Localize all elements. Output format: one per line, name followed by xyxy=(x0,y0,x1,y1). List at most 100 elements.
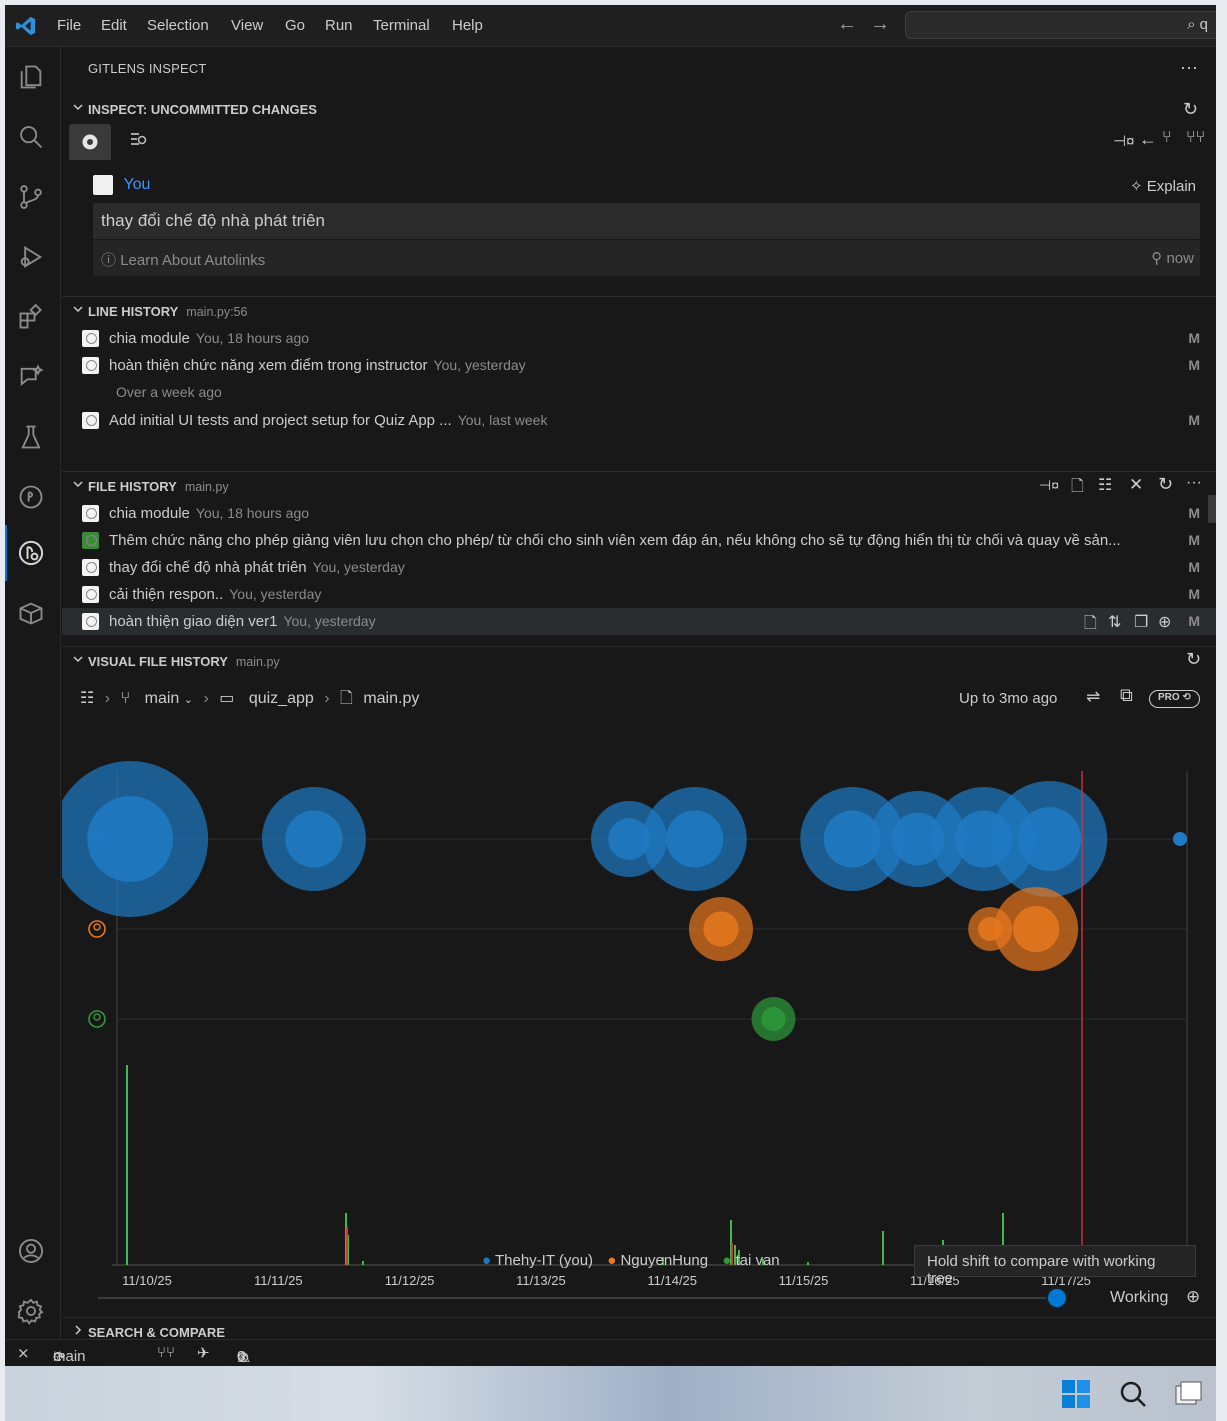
commit-message: Thêm chức năng cho phép giảng viên lưu c… xyxy=(109,532,1121,549)
globe-icon[interactable]: ⊕ xyxy=(1158,612,1171,632)
github-actions-icon[interactable] xyxy=(17,483,49,515)
tab-graph-details[interactable] xyxy=(117,124,159,160)
open-changes-icon[interactable]: 🗋 xyxy=(1084,612,1097,639)
forward-arrow-icon[interactable]: → xyxy=(870,13,890,36)
remote-indicator-icon[interactable]: ⨯ xyxy=(17,1344,30,1362)
refresh-icon[interactable]: ↻ xyxy=(1158,474,1173,495)
testing-icon[interactable] xyxy=(17,423,49,455)
search-icon[interactable] xyxy=(1118,1379,1148,1409)
graph-icon[interactable]: ⑂⑂ xyxy=(157,1344,175,1361)
pin-icon[interactable]: ⊣¤ xyxy=(1039,477,1059,494)
menu-go[interactable]: Go xyxy=(285,17,305,34)
legend-item[interactable]: ● Thehy-IT (you) xyxy=(482,1252,593,1269)
pin-icon[interactable]: ⊣¤ xyxy=(1113,132,1134,150)
sliders-icon[interactable]: ⇌ xyxy=(1086,687,1100,707)
list-item-selected[interactable]: hoàn thiện giao diện ver1 You, yesterday … xyxy=(62,608,1216,635)
repo-icon[interactable]: ☷ xyxy=(80,690,94,707)
commit-message: thay đổi chế độ nhà phát triên xyxy=(109,559,307,576)
commit-bubble-core xyxy=(87,796,174,882)
search-icon[interactable] xyxy=(17,123,49,155)
list-item[interactable]: chia module You, 18 hours ago M xyxy=(62,500,1216,527)
visual-history-header[interactable]: VISUAL FILE HISTORY main.py xyxy=(62,651,1216,673)
x-tick-label: 11/12/25 xyxy=(385,1273,435,1288)
contributors-icon[interactable]: ☷ xyxy=(1098,475,1112,495)
commit-bubble[interactable] xyxy=(1173,832,1187,846)
author-name[interactable]: You xyxy=(123,176,150,193)
more-actions-icon[interactable]: ··· xyxy=(1186,474,1202,492)
file-history-label: FILE HISTORY xyxy=(88,479,177,494)
source-control-icon[interactable] xyxy=(17,183,49,215)
more-actions-icon[interactable]: ··· xyxy=(1180,57,1198,78)
visual-history-chart[interactable]: 11/10/25 11/11/25 11/12/25 11/13/25 11/14/25… xyxy=(62,719,1216,1319)
menu-view[interactable]: View xyxy=(231,17,263,34)
status-badge: M xyxy=(1188,505,1200,521)
scrollbar[interactable] xyxy=(1208,495,1216,523)
branch-icon[interactable]: ⑂ xyxy=(1162,129,1172,147)
list-item[interactable]: Thêm chức năng cho phép giảng viên lưu c… xyxy=(62,527,1216,554)
tab-commit-details[interactable] xyxy=(69,124,111,160)
settings-gear-icon[interactable] xyxy=(17,1297,49,1329)
menu-terminal[interactable]: Terminal xyxy=(373,17,430,34)
legend-item[interactable]: ● tai van xyxy=(722,1252,779,1269)
open-external-icon[interactable]: ⧉ xyxy=(1120,685,1133,706)
menu-help[interactable]: Help xyxy=(452,17,483,34)
additions-bar xyxy=(362,1261,364,1265)
inspect-section-header[interactable]: INSPECT: UNCOMMITTED CHANGES xyxy=(62,99,1216,121)
divider xyxy=(62,471,1216,472)
list-item[interactable]: thay đổi chế độ nhà phát triên You, yeste… xyxy=(62,554,1216,581)
learn-autolinks-link[interactable]: Learn About Autolinks xyxy=(120,252,265,269)
run-debug-icon[interactable] xyxy=(17,243,49,275)
windows-start-icon[interactable] xyxy=(1061,1379,1091,1409)
back-arrow-icon[interactable]: ← xyxy=(1139,129,1157,150)
commit-message: chia module xyxy=(109,505,190,522)
command-center[interactable]: ⌕ q xyxy=(905,11,1216,39)
gitlens-inspect-icon[interactable] xyxy=(17,539,49,571)
refresh-icon[interactable]: ↻ xyxy=(1183,99,1198,120)
explain-button[interactable]: ✧ Explain xyxy=(1130,177,1196,195)
legend-item[interactable]: ● NguyenHung xyxy=(607,1252,708,1269)
branch-selector[interactable]: main ⌄ xyxy=(145,690,193,707)
commit-text: Add initial UI tests and project setup f… xyxy=(109,412,547,429)
list-item[interactable]: chia module You, 18 hours ago M xyxy=(62,325,1216,352)
account-icon[interactable] xyxy=(17,1237,49,1269)
list-item[interactable]: cải thiện respon.. You, yesterday M xyxy=(62,581,1216,608)
pro-label: PRO xyxy=(1158,692,1180,703)
rocket-icon[interactable]: ✈ xyxy=(197,1344,210,1362)
commit-bubble-core xyxy=(1013,905,1060,953)
task-view-icon[interactable] xyxy=(1173,1379,1203,1409)
title-bar: File Edit Selection View Go Run Terminal… xyxy=(5,5,1216,47)
menu-selection[interactable]: Selection xyxy=(147,17,209,34)
line-history-file: main.py:56 xyxy=(186,305,248,319)
timeline-slider-track[interactable] xyxy=(98,1297,1058,1299)
file-icon[interactable]: 🗋 xyxy=(1071,475,1084,502)
folder-name[interactable]: quiz_app xyxy=(249,690,314,707)
search-compare-label: SEARCH & COMPARE xyxy=(88,1325,225,1340)
commit-text: thay đổi chế độ nhà phát triên You, yeste… xyxy=(109,559,405,576)
timeline-slider-thumb[interactable] xyxy=(1046,1287,1068,1309)
legend-dot: ● xyxy=(482,1252,492,1269)
commit-text: hoàn thiện giao diện ver1 You, yesterday xyxy=(109,613,376,630)
line-history-header[interactable]: LINE HISTORY main.py:56 xyxy=(62,301,1216,323)
close-icon[interactable]: ✕ xyxy=(1129,475,1143,495)
inspect-title: INSPECT: UNCOMMITTED CHANGES xyxy=(88,102,317,117)
explorer-icon[interactable] xyxy=(17,63,49,95)
copy-icon[interactable]: ❐ xyxy=(1134,612,1148,632)
pro-badge[interactable]: PRO ⟲ xyxy=(1149,690,1200,708)
menu-file[interactable]: File xyxy=(57,17,81,34)
file-name[interactable]: main.py xyxy=(363,690,419,707)
compare-icon[interactable]: ⑂⑂ xyxy=(1186,129,1205,147)
list-item[interactable]: hoàn thiện chức năng xem điểm trong inst… xyxy=(62,352,1216,379)
menu-edit[interactable]: Edit xyxy=(101,17,127,34)
back-arrow-icon[interactable]: ← xyxy=(837,13,857,36)
group-header[interactable]: Over a week ago xyxy=(62,379,1216,406)
zoom-in-icon[interactable]: ⊕ xyxy=(1186,1287,1200,1307)
remote-explorer-icon[interactable] xyxy=(17,599,49,631)
x-tick-label: 11/14/25 xyxy=(647,1273,697,1288)
copilot-chat-icon[interactable] xyxy=(17,363,49,395)
refresh-icon[interactable]: ↻ xyxy=(1186,649,1201,670)
menu-run[interactable]: Run xyxy=(325,17,353,34)
compare-changes-icon[interactable]: ⇅ xyxy=(1108,612,1121,632)
extensions-icon[interactable] xyxy=(17,303,49,335)
list-item[interactable]: Add initial UI tests and project setup f… xyxy=(62,407,1216,434)
range-selector[interactable]: Up to 3mo ago xyxy=(959,690,1057,707)
